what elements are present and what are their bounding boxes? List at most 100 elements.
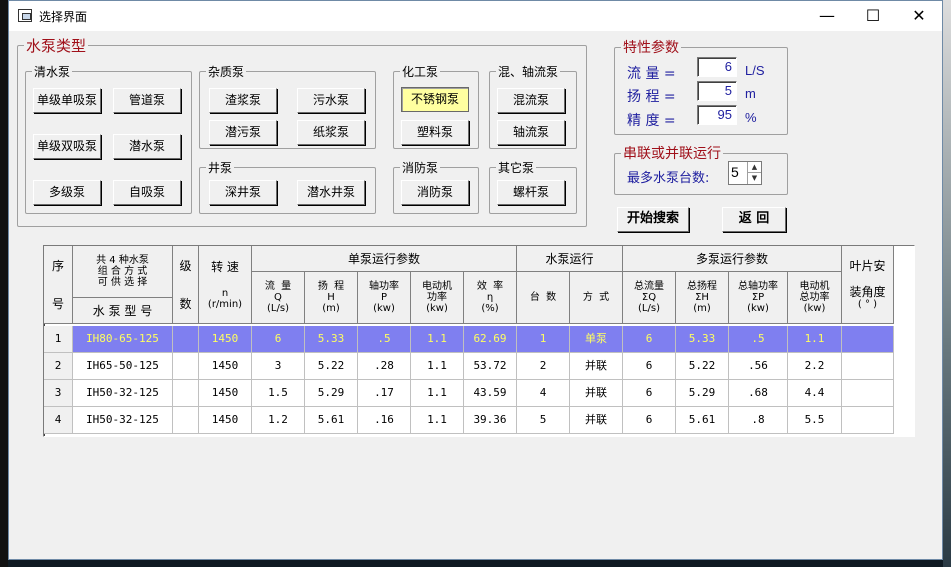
cell-sq[interactable]: 6 [623,353,676,380]
cell-eff[interactable]: 39.36 [464,407,517,434]
cell-q[interactable]: 6 [252,326,305,353]
cell-sq[interactable]: 6 [623,326,676,353]
cell-speed[interactable]: 1450 [199,380,252,407]
single-stage-single-suction-button[interactable]: 单级单吸泵 [33,88,101,113]
back-button[interactable]: 返 回 [722,207,786,232]
axial-flow-pump-button[interactable]: 轴流泵 [497,120,565,145]
cell-sh[interactable]: 5.29 [676,380,729,407]
efficiency-col-header: 效 率 η (%) [464,272,517,324]
cell-model[interactable]: IH50-32-125 [73,380,173,407]
max-pumps-spinner[interactable]: 5 ▲ ▼ [728,161,762,185]
cell-speed[interactable]: 1450 [199,407,252,434]
cell-h[interactable]: 5.29 [305,380,358,407]
cell-smotor[interactable]: 1.1 [788,326,842,353]
pump-type-legend: 水泵类型 [26,37,87,55]
cell-q[interactable]: 1.5 [252,380,305,407]
cell-count[interactable]: 2 [517,353,570,380]
cell-blade[interactable] [842,353,894,380]
cell-seq[interactable]: 1 [44,326,73,353]
cell-sp[interactable]: .68 [729,380,788,407]
mixed-flow-pump-button[interactable]: 混流泵 [497,88,565,113]
cell-h[interactable]: 5.33 [305,326,358,353]
title-bar[interactable]: 选择界面 — ☐ ✕ [9,1,942,31]
spinner-down-icon[interactable]: ▼ [747,173,761,184]
cell-count[interactable]: 1 [517,326,570,353]
submersible-sewage-pump-button[interactable]: 潜污泵 [209,120,277,145]
cell-count[interactable]: 4 [517,380,570,407]
cell-sh[interactable]: 5.33 [676,326,729,353]
screw-pump-button[interactable]: 螺杆泵 [497,180,565,205]
multistage-pump-button[interactable]: 多级泵 [33,180,101,205]
cell-sp[interactable]: .8 [729,407,788,434]
cell-smotor[interactable]: 5.5 [788,407,842,434]
cell-h[interactable]: 5.61 [305,407,358,434]
cell-motor[interactable]: 1.1 [411,380,464,407]
submersible-well-pump-button[interactable]: 潜水井泵 [297,180,365,205]
single-stage-double-suction-button[interactable]: 单级双吸泵 [33,134,101,159]
flow-input[interactable]: 6 [697,57,737,77]
cell-q[interactable]: 3 [252,353,305,380]
mixed-axial-pump-legend: 混、轴流泵 [498,65,559,79]
cell-mode[interactable]: 并联 [570,380,623,407]
cell-blade[interactable] [842,326,894,353]
cell-smotor[interactable]: 4.4 [788,380,842,407]
minimize-button[interactable]: — [804,1,850,31]
cell-model[interactable]: IH80-65-125 [73,326,173,353]
cell-p[interactable]: .5 [358,326,411,353]
stainless-steel-pump-button[interactable]: 不锈钢泵 [401,87,469,112]
self-priming-pump-button[interactable]: 自吸泵 [113,180,181,205]
cell-stage[interactable] [173,353,199,380]
cell-mode[interactable]: 并联 [570,407,623,434]
cell-count[interactable]: 5 [517,407,570,434]
window-title: 选择界面 [39,10,88,24]
slurry-pump-button[interactable]: 渣浆泵 [209,88,277,113]
cell-seq[interactable]: 3 [44,380,73,407]
multi-run-header: 多泵运行参数 [623,246,842,272]
cell-sq[interactable]: 6 [623,380,676,407]
cell-stage[interactable] [173,326,199,353]
cell-seq[interactable]: 2 [44,353,73,380]
cell-mode[interactable]: 单泵 [570,326,623,353]
cell-p[interactable]: .17 [358,380,411,407]
head-input[interactable]: 5 [697,81,737,101]
cell-motor[interactable]: 1.1 [411,326,464,353]
cell-p[interactable]: .28 [358,353,411,380]
cell-eff[interactable]: 43.59 [464,380,517,407]
cell-eff[interactable]: 62.69 [464,326,517,353]
plastic-pump-button[interactable]: 塑料泵 [401,120,469,145]
maximize-button[interactable]: ☐ [850,1,896,31]
pulp-pump-button[interactable]: 纸浆泵 [297,120,365,145]
start-search-button[interactable]: 开始搜索 [617,207,689,232]
cell-sh[interactable]: 5.22 [676,353,729,380]
cell-sp[interactable]: .5 [729,326,788,353]
cell-speed[interactable]: 1450 [199,326,252,353]
fire-pump-button[interactable]: 消防泵 [401,180,469,205]
cell-p[interactable]: .16 [358,407,411,434]
cell-model[interactable]: IH50-32-125 [73,407,173,434]
close-button[interactable]: ✕ [896,1,942,31]
cell-seq[interactable]: 4 [44,407,73,434]
submersible-pump-button[interactable]: 潜水泵 [113,134,181,159]
spinner-up-icon[interactable]: ▲ [747,162,761,173]
cell-stage[interactable] [173,380,199,407]
model-header: 水 泵 型 号 [73,298,173,324]
cell-stage[interactable] [173,407,199,434]
cell-blade[interactable] [842,407,894,434]
cell-q[interactable]: 1.2 [252,407,305,434]
cell-sh[interactable]: 5.61 [676,407,729,434]
accuracy-input[interactable]: 95 [697,105,737,125]
cell-eff[interactable]: 53.72 [464,353,517,380]
cell-blade[interactable] [842,380,894,407]
cell-sp[interactable]: .56 [729,353,788,380]
sewage-pump-button[interactable]: 污水泵 [297,88,365,113]
cell-model[interactable]: IH65-50-125 [73,353,173,380]
cell-mode[interactable]: 并联 [570,353,623,380]
cell-motor[interactable]: 1.1 [411,407,464,434]
cell-h[interactable]: 5.22 [305,353,358,380]
cell-sq[interactable]: 6 [623,407,676,434]
deep-well-pump-button[interactable]: 深井泵 [209,180,277,205]
cell-motor[interactable]: 1.1 [411,353,464,380]
pipeline-pump-button[interactable]: 管道泵 [113,88,181,113]
cell-smotor[interactable]: 2.2 [788,353,842,380]
cell-speed[interactable]: 1450 [199,353,252,380]
